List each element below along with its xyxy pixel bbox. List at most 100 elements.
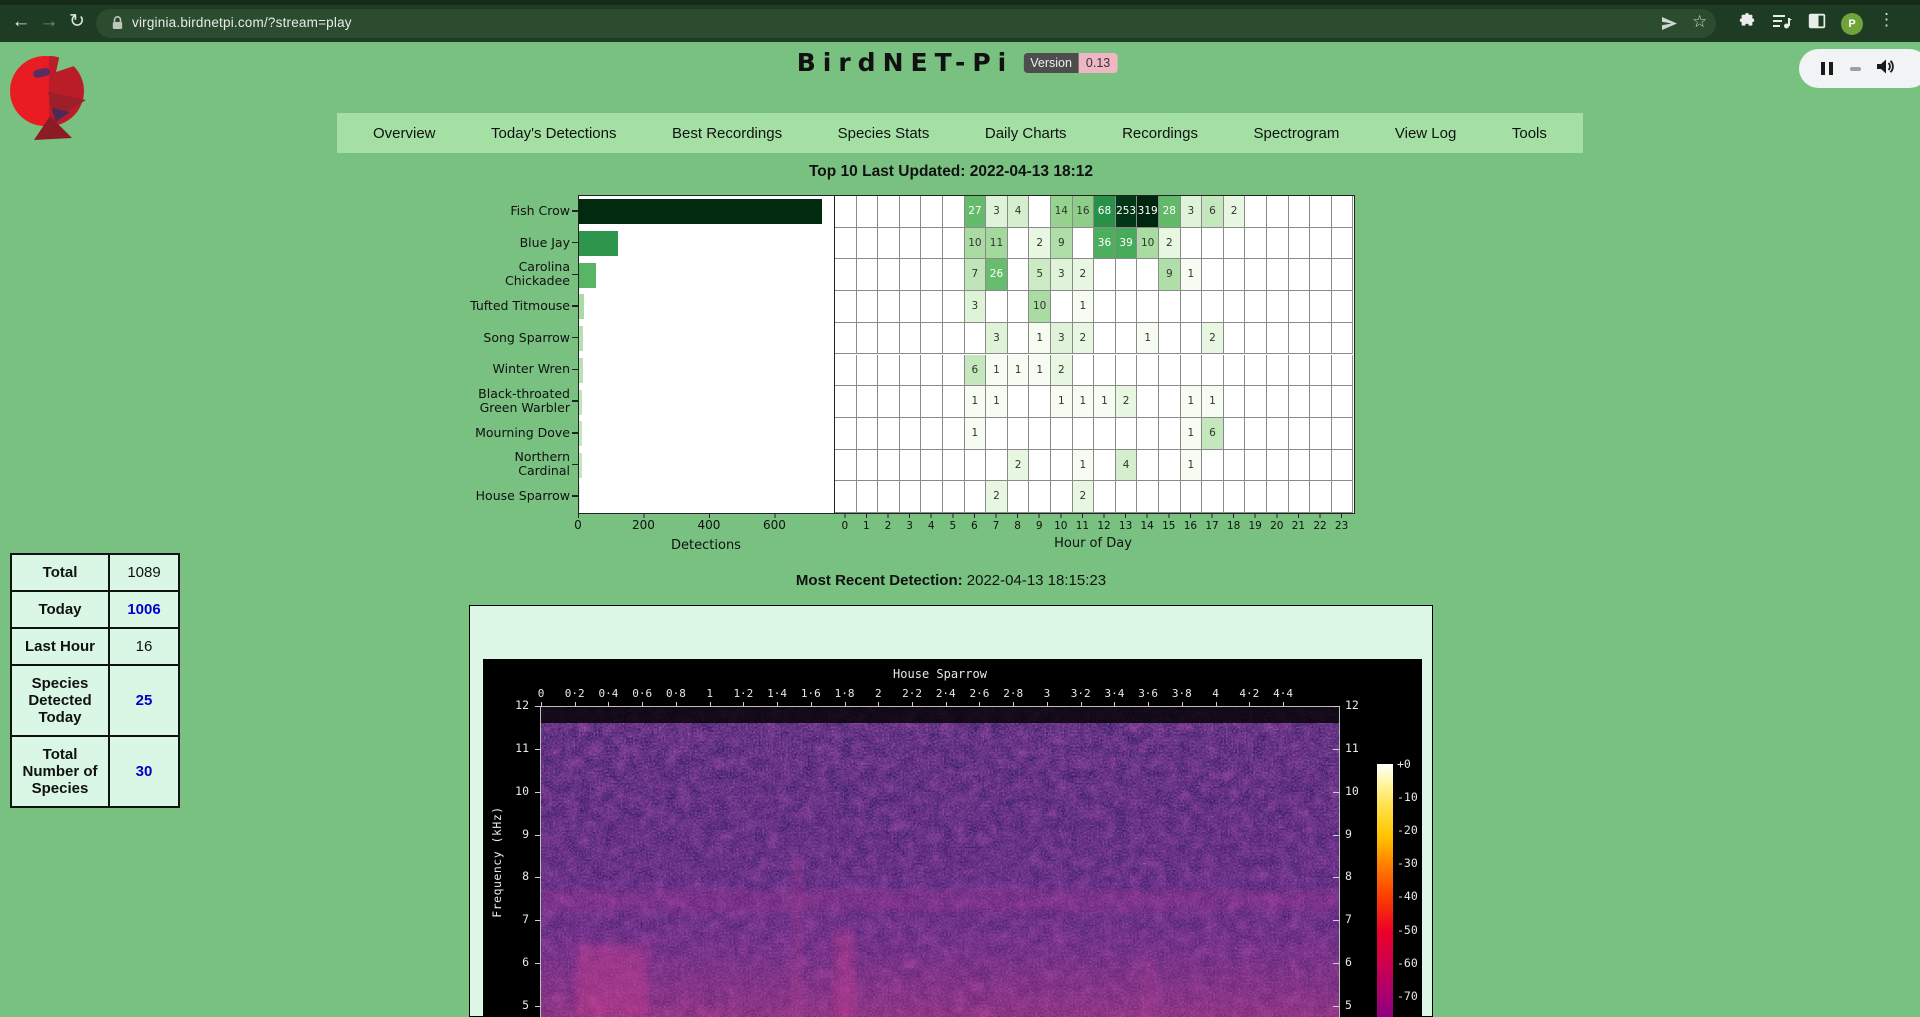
spec-freq-tick xyxy=(535,792,541,793)
volume-icon[interactable] xyxy=(1876,58,1895,80)
heatmap-cell xyxy=(921,418,943,450)
heatmap-cell: 1 xyxy=(1051,386,1073,418)
heatmap-cell xyxy=(878,355,900,387)
forward-icon[interactable]: → xyxy=(36,7,62,37)
heatmap-cell xyxy=(943,355,965,387)
heatmap-cell xyxy=(1181,481,1203,513)
spec-time-label: 0·2 xyxy=(565,687,585,700)
nav-item-spectrogram[interactable]: Spectrogram xyxy=(1253,125,1339,142)
heatmap-cell xyxy=(943,291,965,323)
heatmap-cell xyxy=(1245,259,1267,291)
heatmap-cell xyxy=(1116,291,1138,323)
heatmap-cell xyxy=(1289,228,1311,260)
spec-time-tick xyxy=(979,702,980,707)
bookmark-star-icon[interactable]: ☆ xyxy=(1692,12,1707,32)
spec-time-label: 3 xyxy=(1044,687,1051,700)
heatmap-cell: 36 xyxy=(1094,228,1116,260)
spec-freq-tick xyxy=(1333,749,1339,750)
audio-player[interactable] xyxy=(1799,49,1920,88)
birdnetpi-page: ← → ↻ virginia.birdnetpi.com/?stream=pla… xyxy=(0,0,1920,1017)
spec-freq-label-right: 11 xyxy=(1345,741,1359,755)
nav-item-best-recordings[interactable]: Best Recordings xyxy=(672,125,782,142)
menu-dots-icon[interactable]: ⋮ xyxy=(1878,10,1895,30)
birdnetpi-logo xyxy=(8,50,100,145)
seek-handle[interactable] xyxy=(1850,67,1861,71)
bar-xtick: 200 xyxy=(632,518,655,532)
stat-value-species-detected-today[interactable]: 25 xyxy=(109,665,179,736)
pause-icon[interactable] xyxy=(1821,62,1833,75)
bar-fish-crow xyxy=(579,199,822,224)
stats-row: Total1089 xyxy=(11,554,179,591)
nav-item-overview[interactable]: Overview xyxy=(373,125,436,142)
heatmap-cell xyxy=(835,323,857,355)
url-text[interactable]: virginia.birdnetpi.com/?stream=play xyxy=(132,15,352,30)
profile-avatar[interactable]: P xyxy=(1841,13,1863,35)
heatmap-cell xyxy=(857,481,879,513)
hour-xtick: 12 xyxy=(1097,520,1110,532)
heatmap-cell xyxy=(1159,355,1181,387)
nav-item-today-s-detections[interactable]: Today's Detections xyxy=(491,125,616,142)
detections-bar-chart xyxy=(578,195,835,514)
heatmap-cell xyxy=(1159,418,1181,450)
heatmap-cell xyxy=(986,418,1008,450)
heatmap-cell xyxy=(1245,228,1267,260)
nav-item-recordings[interactable]: Recordings xyxy=(1122,125,1198,142)
species-axis-tick xyxy=(572,337,578,339)
hour-xtick: 6 xyxy=(971,520,978,532)
heatmap-cell xyxy=(1332,355,1354,387)
species-label-carolina-chickadee: CarolinaChickadee xyxy=(320,260,570,288)
send-icon[interactable] xyxy=(1661,16,1678,36)
spec-freq-label-right: 10 xyxy=(1345,784,1359,798)
reload-icon[interactable]: ↻ xyxy=(64,7,90,37)
heatmap-cell xyxy=(857,450,879,482)
nav-item-species-stats[interactable]: Species Stats xyxy=(838,125,930,142)
species-axis-tick xyxy=(572,210,578,212)
bar-house-sparrow xyxy=(579,485,580,510)
side-panel-icon[interactable] xyxy=(1808,13,1826,34)
heatmap-cell xyxy=(1332,291,1354,323)
heatmap-cell xyxy=(1245,386,1267,418)
stat-value-today[interactable]: 1006 xyxy=(109,591,179,628)
spec-time-tick xyxy=(743,702,744,707)
nav-item-tools[interactable]: Tools xyxy=(1512,125,1547,142)
heatmap-cell xyxy=(1332,228,1354,260)
spec-time-label: 0·8 xyxy=(666,687,686,700)
hour-xtick: 3 xyxy=(906,520,913,532)
extensions-icon[interactable] xyxy=(1738,13,1756,36)
heatmap-cell: 4 xyxy=(1008,196,1030,228)
heat-xlabel: Hour of Day xyxy=(1054,536,1132,551)
hour-xtick: 14 xyxy=(1141,520,1154,532)
address-bar[interactable]: virginia.birdnetpi.com/?stream=play ☆ xyxy=(96,9,1716,38)
stats-row: Total Number of Species30 xyxy=(11,736,179,807)
heatmap-cell: 1 xyxy=(1181,450,1203,482)
heatmap-cell xyxy=(1310,291,1332,323)
spec-time-label: 2·4 xyxy=(936,687,956,700)
heatmap-cell: 10 xyxy=(1137,228,1159,260)
heatmap-cell xyxy=(1267,481,1289,513)
version-badge: Version 0.13 xyxy=(1023,53,1117,73)
spec-time-label: 0·6 xyxy=(632,687,652,700)
heatmap-cell xyxy=(835,481,857,513)
media-playlist-icon[interactable] xyxy=(1772,13,1792,35)
nav-item-view-log[interactable]: View Log xyxy=(1395,125,1456,142)
heatmap-cell xyxy=(1224,418,1246,450)
heatmap-cell xyxy=(1159,386,1181,418)
heatmap-cell xyxy=(1202,481,1224,513)
heatmap-cell: 7 xyxy=(965,259,987,291)
spec-time-label: 0 xyxy=(538,687,545,700)
heatmap-cell xyxy=(1116,355,1138,387)
heatmap-cell xyxy=(921,355,943,387)
lock-icon xyxy=(110,15,125,36)
heatmap-cell: 2 xyxy=(1051,355,1073,387)
back-icon[interactable]: ← xyxy=(8,7,34,37)
heatmap-cell xyxy=(900,355,922,387)
heatmap-cell xyxy=(1224,228,1246,260)
spec-time-tick xyxy=(1283,702,1284,707)
stat-value-total-number-of-species[interactable]: 30 xyxy=(109,736,179,807)
heatmap-cell xyxy=(1051,481,1073,513)
spec-time-tick xyxy=(608,702,609,707)
nav-item-daily-charts[interactable]: Daily Charts xyxy=(985,125,1067,142)
heatmap-cell xyxy=(1073,355,1095,387)
bar-song-sparrow xyxy=(579,326,583,351)
spec-time-label: 1·8 xyxy=(835,687,855,700)
